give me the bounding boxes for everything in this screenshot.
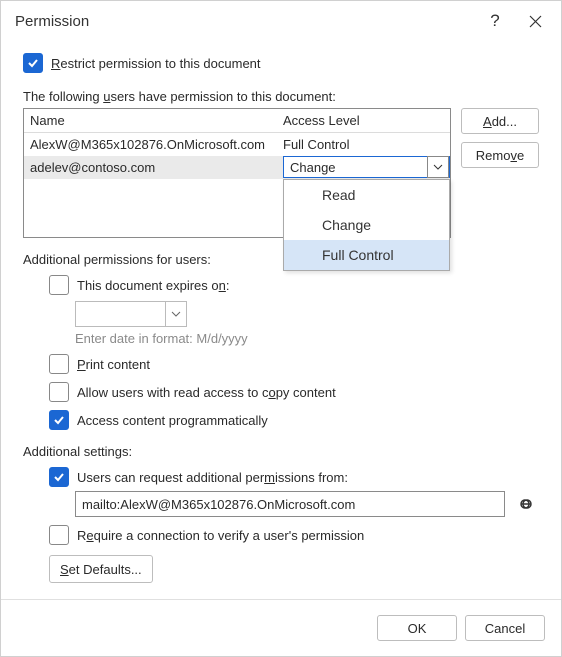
copy-label: Allow users with read access to copy con… (77, 385, 336, 400)
cell-access: Change Read Change Full Control (283, 156, 450, 179)
permission-dialog: Permission ? Restrict permission to this… (0, 0, 562, 657)
verify-connection-label: Require a connection to verify a user's … (77, 528, 364, 543)
dropdown-option[interactable]: Read (284, 180, 449, 210)
ok-button[interactable]: OK (377, 615, 457, 641)
cancel-button[interactable]: Cancel (465, 615, 545, 641)
table-row[interactable]: AlexW@M365x102876.OnMicrosoft.com Full C… (24, 133, 450, 156)
cell-access: Full Control (277, 137, 450, 152)
col-name-header[interactable]: Name (24, 113, 277, 128)
close-icon (529, 15, 542, 28)
request-permissions-url-input[interactable]: mailto:AlexW@M365x102876.OnMicrosoft.com (75, 491, 505, 517)
dialog-title: Permission (15, 13, 475, 30)
expires-date-input[interactable] (75, 301, 187, 327)
cell-name: adelev@contoso.com (24, 160, 283, 175)
restrict-label: Restrict permission to this document (51, 56, 261, 71)
request-permissions-label: Users can request additional permissions… (77, 470, 348, 485)
programmatic-checkbox[interactable] (49, 410, 69, 430)
print-label: Print content (77, 357, 150, 372)
restrict-checkbox[interactable] (23, 53, 43, 73)
request-permissions-checkbox[interactable] (49, 467, 69, 487)
expires-label: This document expires on: (77, 278, 229, 293)
table-row[interactable]: adelev@contoso.com Change Read Change Fu… (24, 156, 450, 179)
copy-checkbox[interactable] (49, 382, 69, 402)
date-format-hint: Enter date in format: M/d/yyyy (75, 331, 539, 346)
access-level-dropdown: Read Change Full Control (283, 179, 450, 271)
help-icon: ? (490, 11, 499, 31)
programmatic-label: Access content programmatically (77, 413, 268, 428)
print-checkbox[interactable] (49, 354, 69, 374)
access-level-combo[interactable]: Change (283, 156, 450, 178)
title-bar: Permission ? (1, 1, 561, 41)
col-access-header[interactable]: Access Level (277, 113, 450, 128)
chevron-down-icon[interactable] (427, 156, 449, 178)
link-icon[interactable] (513, 491, 539, 517)
additional-permissions-label: Additional permissions for users: (23, 252, 539, 267)
chevron-down-icon[interactable] (165, 302, 186, 326)
dialog-footer: OK Cancel (1, 599, 561, 656)
dropdown-option[interactable]: Full Control (284, 240, 449, 270)
help-button[interactable]: ? (475, 1, 515, 41)
expires-checkbox[interactable] (49, 275, 69, 295)
close-button[interactable] (515, 1, 555, 41)
add-button[interactable]: Add... (461, 108, 539, 134)
remove-button[interactable]: Remove (461, 142, 539, 168)
users-table[interactable]: Name Access Level AlexW@M365x102876.OnMi… (23, 108, 451, 238)
additional-settings-label: Additional settings: (23, 444, 539, 459)
users-list-label: The following users have permission to t… (23, 89, 539, 104)
restrict-row: Restrict permission to this document (23, 53, 539, 73)
combo-value: Change (284, 160, 427, 175)
verify-connection-checkbox[interactable] (49, 525, 69, 545)
set-defaults-button[interactable]: Set Defaults... (49, 555, 153, 583)
table-header: Name Access Level (24, 109, 450, 133)
cell-name: AlexW@M365x102876.OnMicrosoft.com (24, 137, 277, 152)
dropdown-option[interactable]: Change (284, 210, 449, 240)
input-value: mailto:AlexW@M365x102876.OnMicrosoft.com (82, 497, 355, 512)
